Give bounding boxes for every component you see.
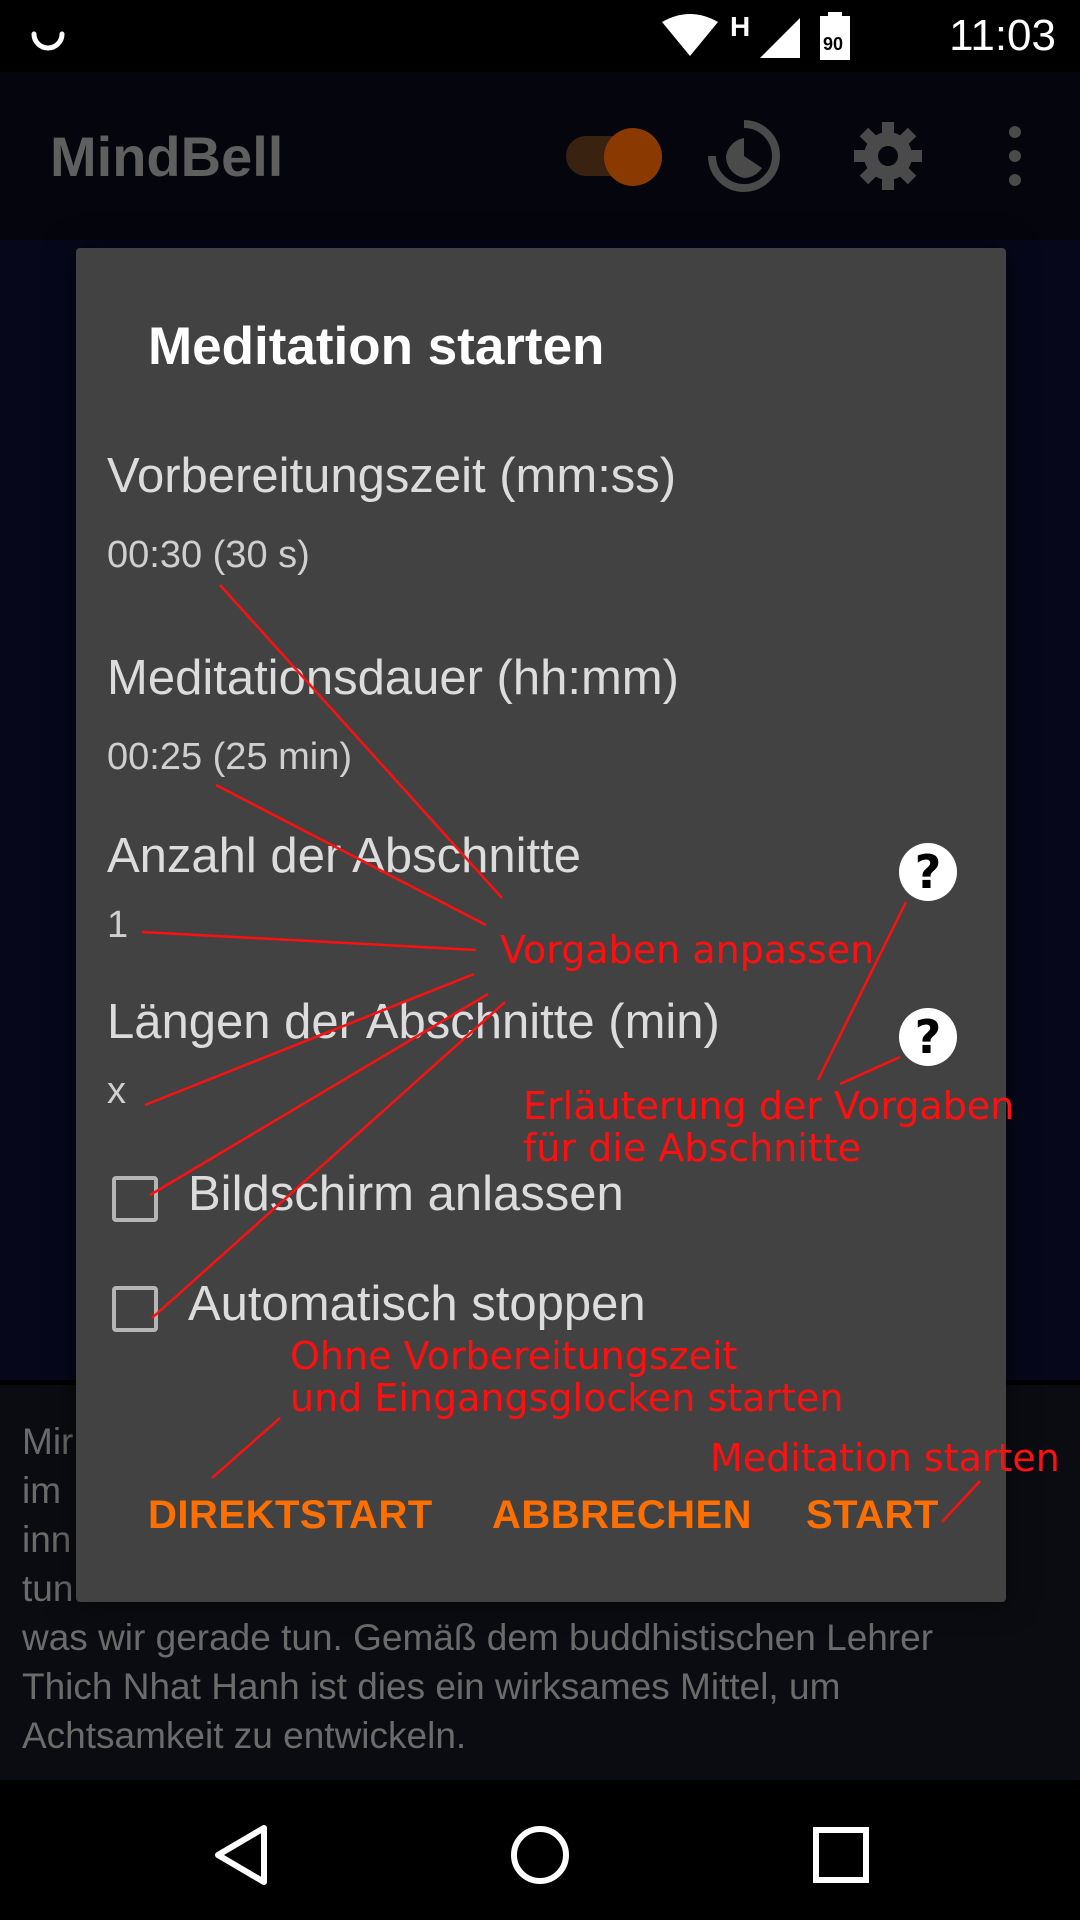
app-title: MindBell xyxy=(50,125,284,188)
battery-level: 90 xyxy=(823,34,843,54)
background-text-line: Achtsamkeit zu entwickeln. xyxy=(22,1715,467,1756)
cancel-button[interactable]: ABBRECHEN xyxy=(492,1493,752,1538)
background-text-line: was wir gerade tun. Gemäß dem buddhistis… xyxy=(22,1617,934,1658)
meditation-timer-icon[interactable] xyxy=(704,116,784,196)
help-period-lengths-icon[interactable]: ? xyxy=(899,1008,957,1066)
status-icons: H 90 xyxy=(662,11,850,60)
background-text-line: inn xyxy=(22,1519,72,1560)
preparation-time-title[interactable]: Vorbereitungszeit (mm:ss) xyxy=(107,448,676,504)
status-time: 11:03 xyxy=(949,11,1056,60)
auto-stop-label[interactable]: Automatisch stoppen xyxy=(188,1276,646,1332)
keep-screen-on-label[interactable]: Bildschirm anlassen xyxy=(188,1166,624,1222)
keep-screen-on-checkbox[interactable] xyxy=(112,1176,158,1222)
annotation-direct-start-line2: und Eingangsglocken starten xyxy=(290,1376,844,1420)
annotation-adjust-defaults: Vorgaben anpassen xyxy=(500,928,875,972)
gear-icon[interactable] xyxy=(848,116,928,196)
annotation-start-meditation: Meditation starten xyxy=(710,1436,1060,1480)
toggle-switch[interactable] xyxy=(566,128,666,186)
spinner-icon xyxy=(31,31,65,51)
back-icon[interactable] xyxy=(208,1820,278,1890)
background-text-line: im xyxy=(22,1470,62,1511)
signal-icon xyxy=(760,18,800,58)
home-icon[interactable] xyxy=(505,1820,575,1890)
background-text-line: Mir xyxy=(22,1421,74,1462)
number-of-periods-value[interactable]: 1 xyxy=(107,904,128,947)
meditation-duration-title[interactable]: Meditationsdauer (hh:mm) xyxy=(107,650,679,706)
number-of-periods-title[interactable]: Anzahl der Abschnitte xyxy=(107,828,581,884)
app-bar: MindBell xyxy=(0,72,1080,240)
annotation-explanation-line1: Erläuterung der Vorgaben xyxy=(523,1084,1015,1128)
background-text-line: Thich Nhat Hanh ist dies ein wirksames M… xyxy=(22,1666,841,1707)
dialog-title: Meditation starten xyxy=(148,317,605,376)
wifi-icon xyxy=(662,14,718,56)
network-type-label: H xyxy=(730,11,750,42)
period-lengths-value[interactable]: x xyxy=(107,1070,126,1113)
auto-stop-checkbox[interactable] xyxy=(112,1286,158,1332)
meditation-duration-value[interactable]: 00:25 (25 min) xyxy=(107,736,352,779)
annotation-explanation-line2: für die Abschnitte xyxy=(523,1126,862,1170)
period-lengths-title[interactable]: Längen der Abschnitte (min) xyxy=(107,994,720,1050)
help-number-of-periods-icon[interactable]: ? xyxy=(899,843,957,901)
toggle-thumb xyxy=(604,128,662,186)
status-bar: H 90 11:03 xyxy=(0,0,1080,72)
background-text-line: tun xyxy=(22,1568,74,1609)
preparation-time-value[interactable]: 00:30 (30 s) xyxy=(107,534,310,577)
recents-icon[interactable] xyxy=(806,1820,876,1890)
direct-start-button[interactable]: DIREKTSTART xyxy=(148,1493,433,1538)
navigation-bar xyxy=(0,1780,1080,1920)
overflow-menu-icon[interactable] xyxy=(975,116,1055,196)
start-button[interactable]: START xyxy=(806,1493,939,1538)
annotation-direct-start-line1: Ohne Vorbereitungszeit xyxy=(290,1334,738,1378)
